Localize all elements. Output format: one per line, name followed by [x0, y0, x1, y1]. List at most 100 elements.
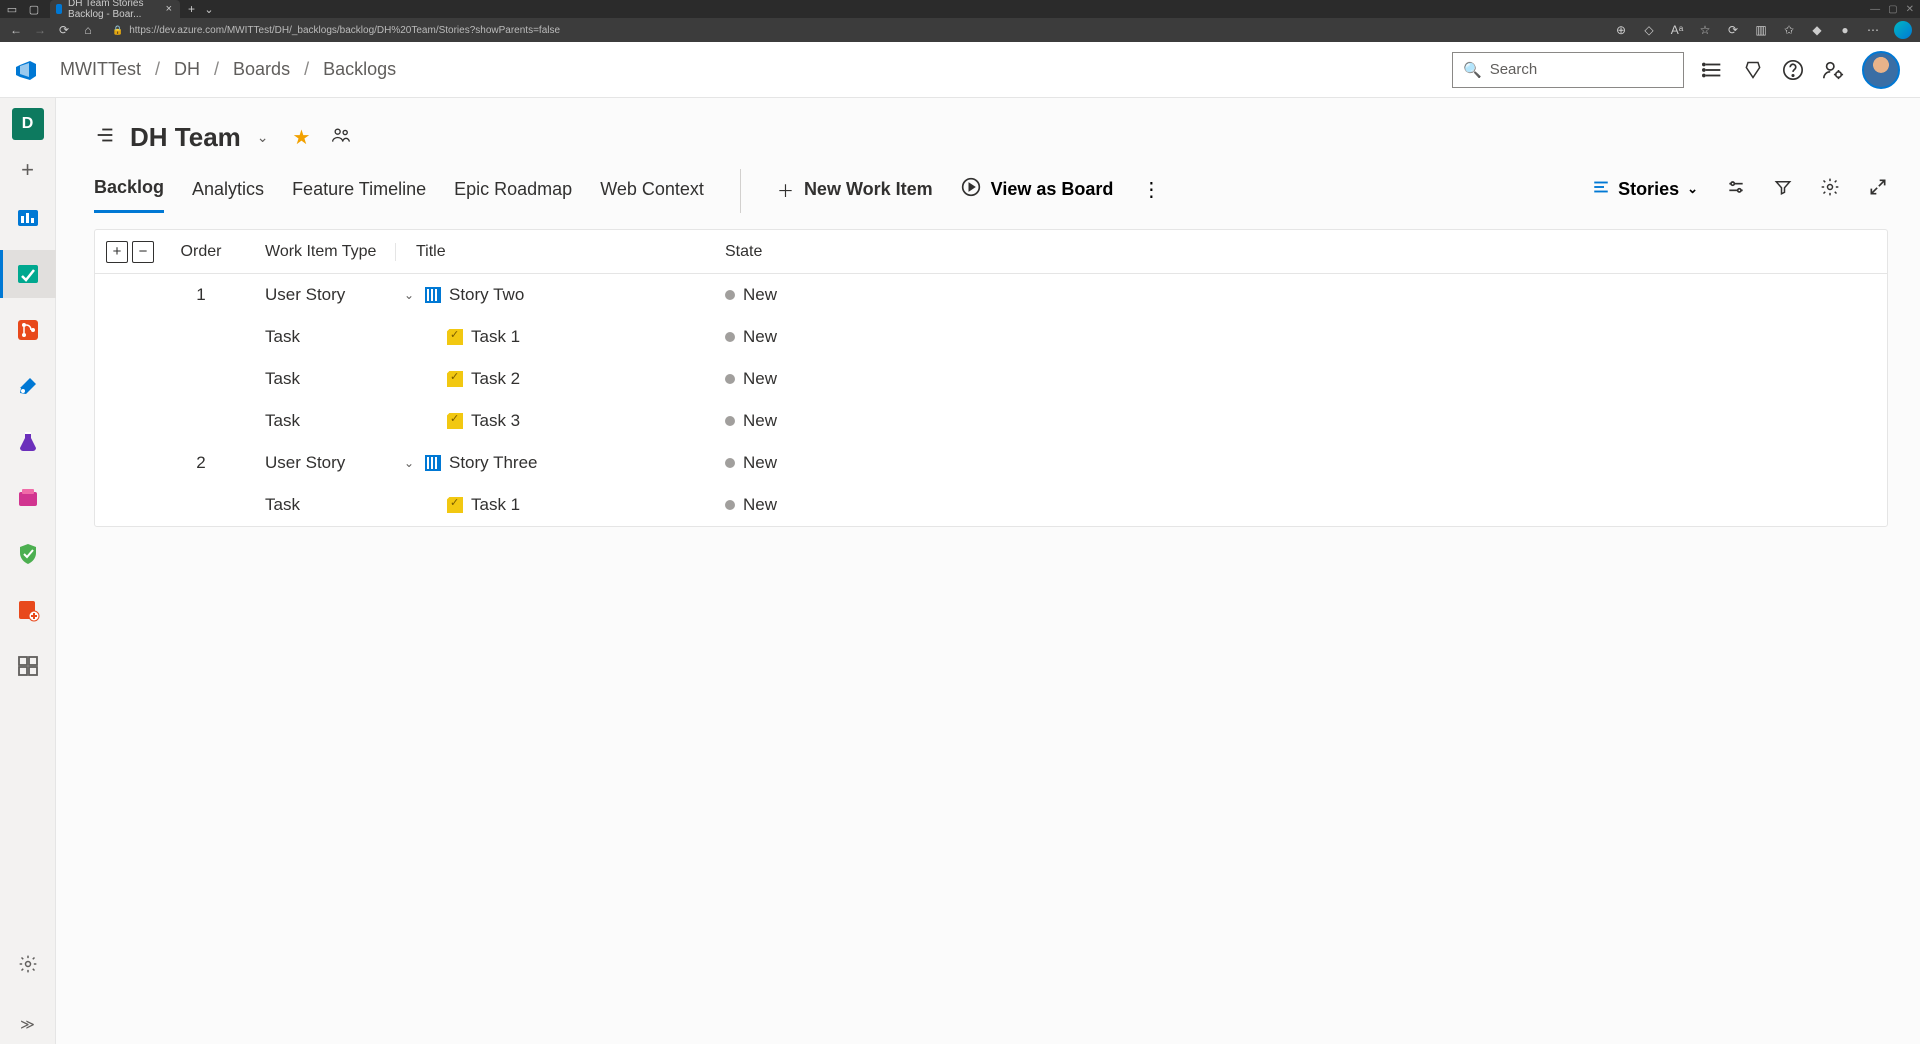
project-avatar[interactable]: D [12, 108, 44, 140]
side-panel-toggle-icon[interactable] [94, 124, 116, 152]
nav-boards[interactable] [0, 250, 56, 298]
crumb-project[interactable]: DH [174, 59, 200, 80]
nav-overview[interactable] [0, 194, 56, 242]
col-title[interactable]: Title [395, 243, 675, 261]
extension-icon[interactable]: ◆ [1810, 23, 1824, 37]
marketplace-icon[interactable] [1742, 59, 1764, 81]
favorite-icon[interactable]: ☆ [1698, 23, 1712, 37]
shopping-icon[interactable]: ◇ [1642, 23, 1656, 37]
address-bar[interactable]: 🔒 https://dev.azure.com/MWITTest/DH/_bac… [112, 25, 560, 36]
url-text: https://dev.azure.com/MWITTest/DH/_backl… [129, 25, 560, 36]
browser-tab[interactable]: DH Team Stories Backlog - Boar... × [50, 0, 180, 18]
tab-epic-roadmap[interactable]: Epic Roadmap [454, 179, 572, 212]
azure-devops-logo[interactable] [12, 56, 40, 84]
avatar[interactable] [1862, 51, 1900, 89]
cell-title[interactable]: Task 1 [395, 495, 675, 515]
expand-row-icon[interactable]: ⌄ [401, 456, 417, 470]
tab-divider [740, 169, 741, 213]
window-close-icon[interactable]: ✕ [1906, 4, 1914, 15]
team-members-icon[interactable] [330, 125, 352, 150]
column-options-icon[interactable] [1726, 177, 1746, 214]
back-button[interactable]: ← [8, 22, 24, 38]
nav-compliance[interactable] [0, 530, 56, 578]
window-minimize-icon[interactable]: — [1870, 4, 1880, 15]
settings-icon[interactable] [1820, 177, 1840, 214]
table-row[interactable]: 2User Story⌄Story ThreeNew [95, 442, 1887, 484]
nav-test-plans[interactable] [0, 418, 56, 466]
crumb-org[interactable]: MWITTest [60, 59, 141, 80]
view-as-board-button[interactable]: View as Board [961, 177, 1114, 214]
task-icon [447, 497, 463, 513]
expand-row-icon[interactable]: ⌄ [401, 288, 417, 302]
col-order[interactable]: Order [155, 243, 265, 261]
cell-title[interactable]: ⌄Story Three [395, 453, 675, 473]
window-maximize-icon[interactable]: ▢ [1888, 4, 1897, 15]
profile-icon[interactable]: ● [1838, 23, 1852, 37]
new-item-button[interactable]: + [12, 154, 44, 186]
tab-close-icon[interactable]: × [166, 3, 172, 15]
tabs-row: Backlog Analytics Feature Timeline Epic … [94, 169, 1888, 221]
lock-icon: 🔒 [112, 25, 123, 36]
table-row[interactable]: TaskTask 2New [95, 358, 1887, 400]
nav-expand[interactable]: ≫ [0, 1004, 56, 1044]
cell-state: New [715, 411, 875, 431]
stories-level-icon [1592, 178, 1610, 201]
cell-title[interactable]: Task 2 [395, 369, 675, 389]
collapse-all-button[interactable]: − [132, 241, 154, 263]
crumb-page[interactable]: Backlogs [323, 59, 396, 80]
nav-artifacts[interactable] [0, 474, 56, 522]
cell-order: 1 [155, 285, 265, 305]
tab-feature-timeline[interactable]: Feature Timeline [292, 179, 426, 212]
table-row[interactable]: TaskTask 1New [95, 316, 1887, 358]
tab-dropdown-icon[interactable]: ⌄ [203, 3, 215, 15]
browser-toolbar-right: ⊕ ◇ Aᵃ ☆ ⟳ ▥ ✩ ◆ ● ⋯ [1614, 21, 1912, 39]
cell-title[interactable]: Task 3 [395, 411, 675, 431]
tab-overview-icon[interactable]: ▭ [6, 3, 18, 15]
home-button[interactable]: ⌂ [80, 22, 96, 38]
expand-all-button[interactable]: + [106, 241, 128, 263]
crumb-sep: / [155, 59, 160, 80]
nav-repos[interactable] [0, 306, 56, 354]
more-icon[interactable]: ⋯ [1866, 23, 1880, 37]
nav-wiki[interactable] [0, 586, 56, 634]
nav-pipelines[interactable] [0, 362, 56, 410]
bing-chat-icon[interactable] [1894, 21, 1912, 39]
table-row[interactable]: TaskTask 3New [95, 400, 1887, 442]
read-aloud-icon[interactable]: Aᵃ [1670, 23, 1684, 37]
backlog-level-selector[interactable]: Stories ⌄ [1592, 178, 1698, 213]
nav-dashboards[interactable] [0, 642, 56, 690]
col-state[interactable]: State [715, 243, 875, 261]
forward-button[interactable]: → [32, 22, 48, 38]
team-dropdown-icon[interactable]: ⌄ [257, 129, 269, 146]
table-row[interactable]: TaskTask 1New [95, 484, 1887, 526]
cell-type: User Story [265, 453, 395, 473]
more-actions-icon[interactable]: ⋮ [1141, 177, 1161, 214]
favorites-bar-icon[interactable]: ✩ [1782, 23, 1796, 37]
col-type[interactable]: Work Item Type [265, 243, 395, 261]
tab-favicon-icon [56, 4, 62, 14]
refresh-button[interactable]: ⟳ [56, 22, 72, 38]
grid-body: 1User Story⌄Story TwoNewTaskTask 1NewTas… [95, 274, 1887, 526]
sync-icon[interactable]: ⟳ [1726, 23, 1740, 37]
tab-web-context[interactable]: Web Context [600, 179, 704, 212]
filter-icon[interactable] [1774, 178, 1792, 213]
nav-settings[interactable] [0, 940, 56, 988]
tab-backlog[interactable]: Backlog [94, 177, 164, 213]
work-items-icon[interactable] [1702, 59, 1724, 81]
tab-strip: DH Team Stories Backlog - Boar... × + ⌄ [50, 0, 215, 18]
cell-title[interactable]: ⌄Story Two [395, 285, 675, 305]
fullscreen-icon[interactable] [1868, 177, 1888, 214]
new-work-item-button[interactable]: ＋ New Work Item [777, 177, 933, 214]
split-icon[interactable]: ▥ [1754, 23, 1768, 37]
search-input[interactable]: 🔍 Search [1452, 52, 1684, 88]
help-icon[interactable] [1782, 59, 1804, 81]
table-row[interactable]: 1User Story⌄Story TwoNew [95, 274, 1887, 316]
zoom-icon[interactable]: ⊕ [1614, 23, 1628, 37]
new-tab-button[interactable]: + [180, 2, 203, 16]
cell-title[interactable]: Task 1 [395, 327, 675, 347]
crumb-area[interactable]: Boards [233, 59, 290, 80]
favorite-star-icon[interactable]: ★ [293, 125, 311, 150]
user-settings-icon[interactable] [1822, 59, 1844, 81]
tab-actions-icon[interactable]: ▢ [28, 3, 40, 15]
tab-analytics[interactable]: Analytics [192, 179, 264, 212]
